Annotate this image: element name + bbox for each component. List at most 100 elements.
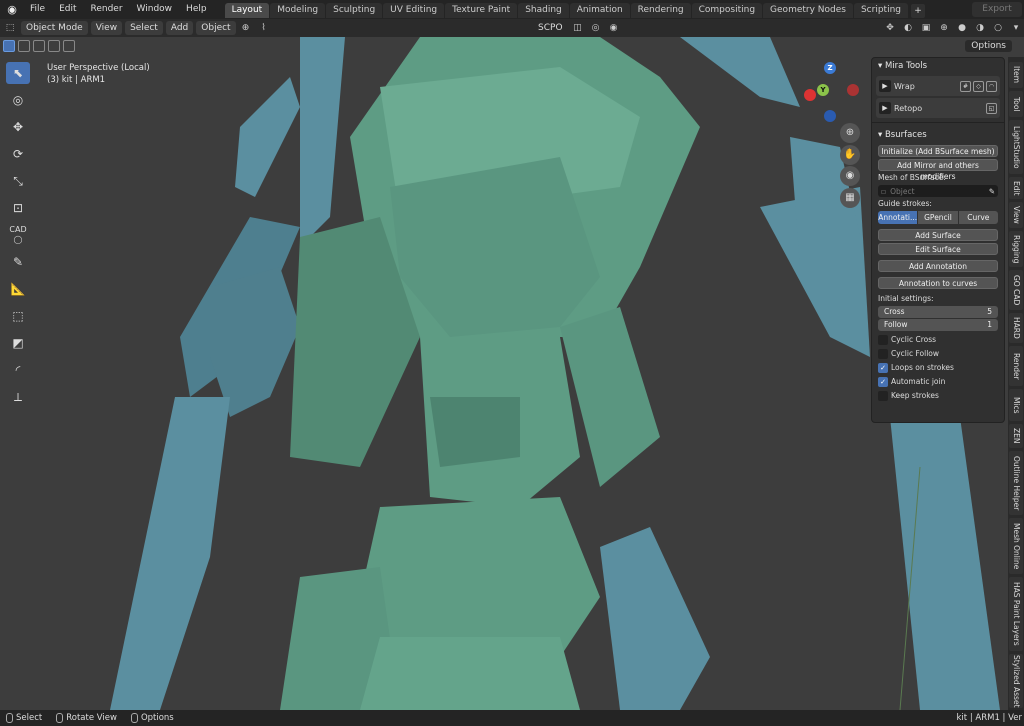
add-mirror-button[interactable]: Add Mirror and others modifiers <box>878 159 998 181</box>
gizmo-toggle-icon[interactable]: ✥ <box>882 21 898 35</box>
tab-hard[interactable]: HARD <box>1009 313 1023 343</box>
measure-icon[interactable]: 📐 <box>6 278 30 300</box>
annotation-to-curves-button[interactable]: Annotation to curves <box>878 277 998 289</box>
menu-render[interactable]: Render <box>85 0 129 19</box>
add-cube-icon[interactable]: ⬚ <box>6 305 30 327</box>
wireframe-shading-icon[interactable]: ⊕ <box>936 21 952 35</box>
proportional-edit-icon[interactable]: ◎ <box>588 21 604 35</box>
tab-item[interactable]: Item <box>1009 62 1023 88</box>
zoom-icon[interactable]: ⊕ <box>840 123 860 143</box>
annotate-icon[interactable]: ✎ <box>6 251 30 273</box>
menu-window[interactable]: Window <box>131 0 179 19</box>
tab-render[interactable]: Render <box>1009 346 1023 386</box>
navigation-gizmo[interactable]: Z Y <box>800 62 860 122</box>
shading-options-icon[interactable]: ▾ <box>1008 21 1024 35</box>
select-mode-subtract-icon[interactable] <box>33 40 45 52</box>
tab-sculpting[interactable]: Sculpting <box>326 3 383 18</box>
play-icon[interactable]: ▶ <box>879 80 891 92</box>
tab-has-paint-layers[interactable]: HAS Paint Layers <box>1009 577 1023 651</box>
rendered-shading-icon[interactable]: ○ <box>990 21 1006 35</box>
overlay-toggle-icon[interactable]: ◉ <box>606 21 622 35</box>
checkbox-off-icon[interactable] <box>878 390 888 401</box>
wrap-block[interactable]: ▶ Wrap # ◇ ◠ <box>876 76 1000 96</box>
tab-geometry-nodes[interactable]: Geometry Nodes <box>763 3 853 18</box>
grid-icon[interactable]: # <box>960 80 971 92</box>
menu-file[interactable]: File <box>24 0 51 19</box>
checkbox-off-icon[interactable] <box>878 348 888 359</box>
export-button[interactable]: Export <box>972 2 1022 17</box>
tab-texture-paint[interactable]: Texture Paint <box>445 3 518 18</box>
pan-hand-icon[interactable]: ✋ <box>840 145 860 165</box>
overlays-icon[interactable]: ◐ <box>900 21 916 35</box>
snap-toggle-icon[interactable]: ◫ <box>570 21 586 35</box>
solid-shading-icon[interactable]: ● <box>954 21 970 35</box>
tab-lightstudio[interactable]: LightStudio <box>1009 120 1023 174</box>
add-surface-button[interactable]: Add Surface <box>878 229 998 241</box>
snap-icon[interactable]: ⌇ <box>256 21 272 35</box>
tab-rigging[interactable]: Rigging <box>1009 231 1023 267</box>
tab-animation[interactable]: Animation <box>569 3 630 18</box>
menu-edit[interactable]: Edit <box>53 0 82 19</box>
grid-view-icon[interactable]: ▦ <box>840 188 860 208</box>
cyclic-cross-checkbox[interactable]: Cyclic Cross <box>878 334 998 345</box>
bevel-icon[interactable]: ◜ <box>6 359 30 381</box>
boolean-icon[interactable]: ◩ <box>6 332 30 354</box>
rotate-icon[interactable]: ⟳ <box>6 143 30 165</box>
tab-stylized-asset[interactable]: Stylized Asset <box>1009 654 1023 708</box>
checkbox-off-icon[interactable] <box>878 334 888 345</box>
eyedropper-icon[interactable]: ✎ <box>989 187 995 196</box>
add-annotation-button[interactable]: Add Annotation <box>878 260 998 272</box>
checkbox-on-icon[interactable]: ✓ <box>878 376 888 387</box>
initialize-button[interactable]: Initialize (Add BSurface mesh) <box>878 145 998 157</box>
guide-curve-option[interactable]: Curve <box>958 211 998 224</box>
tab-zen[interactable]: ZEN <box>1009 424 1023 448</box>
tab-layout[interactable]: Layout <box>224 3 270 18</box>
camera-icon[interactable]: ◉ <box>840 166 860 186</box>
transform-orientation-icon[interactable]: ⊕ <box>238 21 254 35</box>
checkbox-on-icon[interactable]: ✓ <box>878 362 888 373</box>
select-mode-intersect-icon[interactable] <box>63 40 75 52</box>
play-icon[interactable]: ▶ <box>879 102 891 114</box>
tab-uv-editing[interactable]: UV Editing <box>383 3 445 18</box>
select-box-icon[interactable]: ⬉ <box>6 62 30 84</box>
scale-icon[interactable]: ⤡ <box>6 170 30 192</box>
automatic-join-checkbox[interactable]: ✓ Automatic join <box>878 376 998 387</box>
guide-annotation-option[interactable]: Annotati... <box>878 211 918 224</box>
add-menu[interactable]: Add <box>165 21 194 35</box>
view-menu[interactable]: View <box>90 21 123 35</box>
tab-rendering[interactable]: Rendering <box>630 3 691 18</box>
tab-compositing[interactable]: Compositing <box>691 3 763 18</box>
shape-icon[interactable]: ◠ <box>986 80 997 92</box>
neg-x-axis-icon[interactable] <box>847 84 859 96</box>
guide-gpencil-option[interactable]: GPencil <box>918 211 958 224</box>
keep-strokes-checkbox[interactable]: Keep strokes <box>878 390 998 401</box>
material-shading-icon[interactable]: ◑ <box>972 21 988 35</box>
neg-z-axis-icon[interactable] <box>824 110 836 122</box>
diamond-icon[interactable]: ◇ <box>973 80 984 92</box>
mesh-object-field[interactable]: ▫ Object ✎ <box>878 185 998 197</box>
bsurfaces-header[interactable]: ▾ Bsurfaces <box>872 127 1004 143</box>
add-workspace-icon[interactable]: + <box>911 4 925 18</box>
retopo-icon[interactable]: ◱ <box>986 102 997 114</box>
z-axis-icon[interactable]: Z <box>824 62 836 74</box>
move-icon[interactable]: ✥ <box>6 116 30 138</box>
tab-outline-helper[interactable]: Outline Helper <box>1009 451 1023 515</box>
tab-go-cad[interactable]: GO CAD <box>1009 270 1023 310</box>
cad-tool-icon[interactable]: CAD ◯ <box>6 224 30 246</box>
select-mode-invert-icon[interactable] <box>48 40 60 52</box>
x-axis-icon[interactable] <box>804 89 816 101</box>
tab-edit[interactable]: Edit <box>1009 177 1023 199</box>
menu-help[interactable]: Help <box>180 0 213 19</box>
retopo-block[interactable]: ▶ Retopo ◱ <box>876 98 1000 118</box>
y-axis-icon[interactable]: Y <box>817 84 829 96</box>
tab-scripting[interactable]: Scripting <box>853 3 908 18</box>
select-menu[interactable]: Select <box>125 21 163 35</box>
editor-type-icon[interactable]: ⬚ <box>2 21 18 35</box>
tab-view[interactable]: View <box>1009 202 1023 228</box>
tab-modeling[interactable]: Modeling <box>270 3 326 18</box>
cursor-icon[interactable]: ◎ <box>6 89 30 111</box>
select-mode-new-icon[interactable] <box>3 40 15 52</box>
tab-mesh-online[interactable]: Mesh Online <box>1009 518 1023 574</box>
loops-on-strokes-checkbox[interactable]: ✓ Loops on strokes <box>878 362 998 373</box>
xray-icon[interactable]: ▣ <box>918 21 934 35</box>
